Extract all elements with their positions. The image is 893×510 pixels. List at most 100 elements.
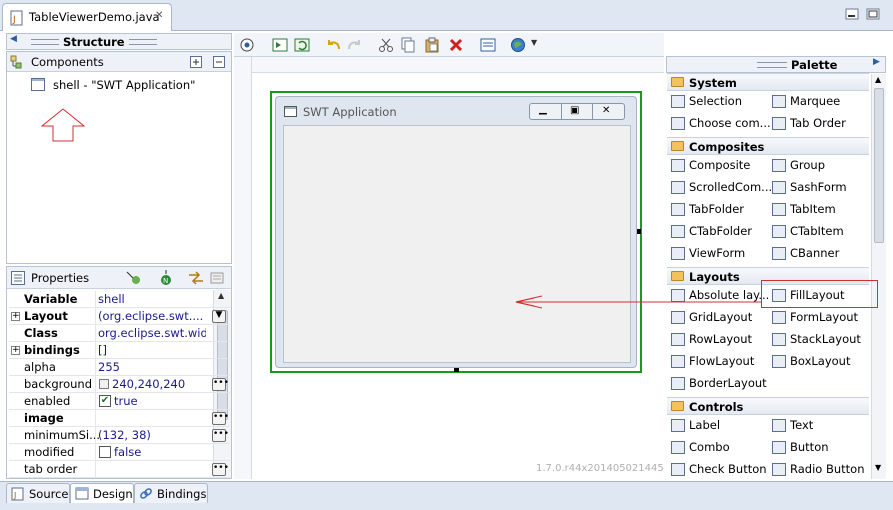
palette-category-system[interactable]: System [667, 73, 869, 91]
scrollbar-thumb[interactable] [874, 88, 884, 243]
ellipsis-button[interactable]: ••• [212, 412, 229, 425]
palette-item[interactable]: Combo [671, 440, 767, 458]
property-value[interactable]: (132, 38) [98, 428, 206, 442]
property-value[interactable]: shell [98, 292, 206, 306]
restore-defaults-icon[interactable] [209, 270, 227, 286]
palette-item[interactable]: BorderLayout [671, 376, 767, 394]
palette-scrollbar[interactable]: ▲ ▼ [871, 74, 886, 479]
dropdown-button[interactable]: ▼ [212, 310, 226, 323]
chevron-down-icon[interactable]: ▼ [531, 38, 537, 47]
tree-item-shell[interactable]: shell - "SWT Application" [31, 77, 221, 93]
cut-icon[interactable] [378, 37, 394, 53]
palette-category-composites[interactable]: Composites [667, 137, 869, 155]
resize-handle[interactable] [454, 368, 459, 372]
property-value[interactable]: org.eclipse.swt.wid... [98, 326, 206, 340]
property-value[interactable]: [] [98, 343, 206, 357]
palette-item[interactable]: Group [772, 158, 868, 176]
scroll-up-icon[interactable]: ▲ [875, 75, 881, 84]
tab-source[interactable]: J Source [6, 483, 70, 503]
paste-icon[interactable] [424, 37, 440, 53]
property-value[interactable]: true [114, 394, 222, 408]
collapse-left-icon[interactable]: ◀ [10, 34, 17, 44]
palette-item[interactable]: Selection [671, 94, 767, 112]
palette-item[interactable]: Marquee [772, 94, 868, 112]
property-row[interactable]: image ••• [9, 410, 230, 427]
tab-bindings[interactable]: Bindings [134, 483, 208, 503]
palette-item[interactable]: Check Button [671, 462, 767, 480]
property-value[interactable]: (org.eclipse.swt.... [98, 309, 206, 323]
palette-item[interactable]: Radio Button [772, 462, 868, 480]
show-events-icon[interactable] [125, 270, 143, 286]
palette-item[interactable]: Button [772, 440, 868, 458]
property-value[interactable]: false [114, 445, 222, 459]
expand-all-icon[interactable] [190, 56, 202, 68]
copy-icon[interactable] [400, 37, 416, 53]
scroll-down-icon[interactable]: ▼ [875, 463, 881, 472]
swt-shell-window[interactable]: SWT Application ▁ ▣ ✕ [275, 96, 637, 368]
palette-item[interactable]: CTabItem [772, 224, 868, 242]
collapse-right-icon[interactable]: ▶ [873, 57, 880, 67]
close-icon[interactable]: ✕ [155, 10, 163, 21]
palette-item[interactable]: Text [772, 418, 868, 436]
checkbox-icon[interactable]: ✔ [99, 395, 111, 407]
palette-item[interactable]: StackLayout [772, 332, 868, 350]
look-and-feel-icon[interactable] [510, 37, 526, 53]
property-row[interactable]: tab order ••• [9, 461, 230, 478]
property-row[interactable]: + Layout (org.eclipse.swt.... ▼ [9, 308, 230, 325]
palette-item[interactable]: Composite [671, 158, 767, 176]
expand-icon[interactable]: + [11, 312, 20, 321]
ellipsis-button[interactable]: ••• [212, 463, 229, 476]
property-row[interactable]: + bindings [] [9, 342, 230, 359]
palette-item[interactable]: Tab Order [772, 116, 868, 134]
close-icon[interactable]: ✕ [602, 105, 610, 116]
palette-item[interactable]: BoxLayout [772, 354, 868, 372]
goto-definition-icon[interactable]: N [157, 270, 175, 286]
palette-item[interactable]: TabFolder [671, 202, 767, 220]
refresh-icon[interactable] [294, 37, 310, 53]
test-gui-icon[interactable] [239, 37, 255, 53]
palette-item[interactable]: Choose com... [671, 116, 771, 134]
property-row[interactable]: background 240,240,240 ••• [9, 376, 230, 393]
editor-tab-tableviewerdemo[interactable]: J TableViewerDemo.java ✕ [2, 3, 172, 31]
palette-item[interactable]: FormLayout [772, 310, 868, 328]
resize-handle[interactable] [637, 229, 641, 234]
palette-item[interactable]: CBanner [772, 246, 868, 264]
property-row[interactable]: enabled ✔ true [9, 393, 230, 410]
minimize-icon[interactable] [845, 8, 859, 20]
palette-item[interactable]: TabItem [772, 202, 868, 220]
property-row[interactable]: minimumSi... (132, 38) ••• [9, 427, 230, 444]
ellipsis-button[interactable]: ••• [212, 378, 229, 391]
checkbox-icon[interactable] [99, 446, 111, 458]
palette-item[interactable]: ViewForm [671, 246, 767, 264]
maximize-icon[interactable] [866, 8, 880, 20]
property-row[interactable]: modified false [9, 444, 230, 461]
property-value[interactable]: 255 [98, 360, 206, 374]
palette-item[interactable]: GridLayout [671, 310, 767, 328]
delete-icon[interactable] [448, 37, 464, 53]
property-row[interactable]: Class org.eclipse.swt.wid... [9, 325, 230, 342]
maximize-icon[interactable]: ▣ [570, 105, 579, 116]
palette-category-controls[interactable]: Controls [667, 397, 869, 415]
minimize-icon[interactable]: ▁ [539, 104, 547, 115]
selection-frame[interactable]: SWT Application ▁ ▣ ✕ [270, 91, 642, 373]
convert-local-field-icon[interactable] [187, 270, 205, 286]
goto-component-icon[interactable] [272, 37, 288, 53]
ellipsis-button[interactable]: ••• [212, 429, 229, 442]
palette-item[interactable]: ScrolledCom... [671, 180, 772, 198]
redo-icon[interactable] [346, 37, 362, 53]
palette-item[interactable]: FlowLayout [671, 354, 767, 372]
palette-item[interactable]: RowLayout [671, 332, 767, 350]
collapse-all-icon[interactable] [213, 56, 225, 68]
property-value[interactable]: 240,240,240 [112, 377, 220, 391]
property-row[interactable]: Variable shell [9, 291, 230, 308]
expand-icon[interactable]: + [11, 346, 20, 355]
palette-item[interactable]: SashForm [772, 180, 868, 198]
externalize-strings-icon[interactable] [480, 37, 496, 53]
palette-item[interactable]: CTabFolder [671, 224, 767, 242]
undo-icon[interactable] [326, 37, 342, 53]
tab-design[interactable]: Design [70, 483, 134, 503]
design-canvas[interactable]: SWT Application ▁ ▣ ✕ 1.7.0.r44x20140502… [234, 57, 664, 479]
property-row[interactable]: alpha 255 [9, 359, 230, 376]
palette-item[interactable]: Label [671, 418, 767, 436]
shell-client-area[interactable] [283, 125, 631, 363]
